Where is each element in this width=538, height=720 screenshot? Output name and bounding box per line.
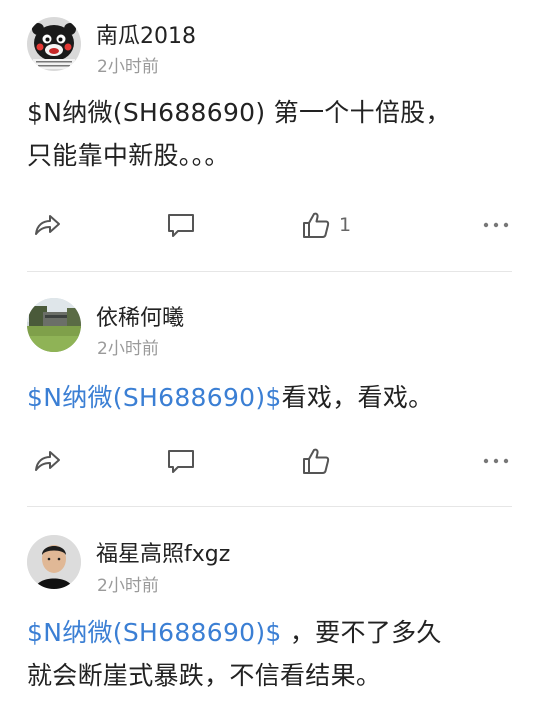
post-actions: 1 [0, 207, 538, 247]
post-actions [0, 443, 538, 483]
post-text: 第一个十倍股， [265, 98, 451, 127]
author-name[interactable]: 福星高照fxgz [96, 536, 230, 568]
kumamon-avatar-image [27, 17, 81, 71]
more-button[interactable] [481, 207, 511, 243]
post-body: $N纳微(SH688690)$ ，要不了多久 就会断崖式暴跌，不信看结果。 [27, 611, 517, 697]
like-button[interactable] [301, 443, 331, 479]
comment-icon [168, 214, 194, 237]
share-button[interactable] [32, 443, 62, 479]
like-count: 1 [339, 214, 352, 236]
author-name[interactable]: 依稀何曦 [96, 300, 184, 332]
thumbs-up-icon [303, 448, 330, 474]
stock-link[interactable]: $N纳微(SH688690)$ [27, 618, 282, 647]
share-button[interactable] [32, 207, 62, 243]
post-body: $N纳微(SH688690) 第一个十倍股， 只能靠中新股。。。 [27, 91, 517, 177]
more-button[interactable] [481, 443, 511, 479]
share-icon [35, 451, 60, 471]
like-button[interactable]: 1 [301, 207, 351, 243]
stock-link[interactable]: $N纳微(SH688690)$ [27, 383, 282, 412]
person-avatar-image [27, 535, 81, 589]
avatar[interactable] [27, 298, 81, 352]
comment-feed: 南瓜2018 2小时前 $N纳微(SH688690) 第一个十倍股， 只能靠中新… [0, 0, 538, 720]
post-time: 2小时前 [97, 576, 159, 596]
post-text: ，要不了多久 [281, 618, 442, 647]
post-time: 2小时前 [97, 339, 159, 359]
share-icon [35, 215, 60, 235]
post-body-line: 就会断崖式暴跌，不信看结果。 [27, 661, 382, 690]
post-time: 2小时前 [97, 57, 159, 77]
more-icon [483, 458, 509, 464]
divider [27, 271, 512, 272]
comment-button[interactable] [166, 443, 196, 479]
post-body-line: 只能靠中新股。。。 [27, 141, 230, 170]
post-body-line: $N纳微(SH688690) 第一个十倍股， [27, 91, 517, 134]
avatar[interactable] [27, 535, 81, 589]
comment-icon [168, 450, 194, 473]
post-text: 看戏，看戏。 [281, 383, 434, 412]
post-body-line: $N纳微(SH688690)$看戏，看戏。 [27, 376, 517, 419]
author-name[interactable]: 南瓜2018 [96, 18, 196, 50]
thumbs-up-icon [303, 212, 330, 238]
avatar[interactable] [27, 17, 81, 71]
stock-text: $N纳微(SH688690) [27, 98, 266, 127]
comment-button[interactable] [166, 207, 196, 243]
landscape-avatar-image [27, 298, 81, 352]
post-body: $N纳微(SH688690)$看戏，看戏。 [27, 376, 517, 419]
post-body-line: $N纳微(SH688690)$ ，要不了多久 [27, 611, 517, 654]
more-icon [483, 222, 509, 228]
divider [27, 506, 512, 507]
